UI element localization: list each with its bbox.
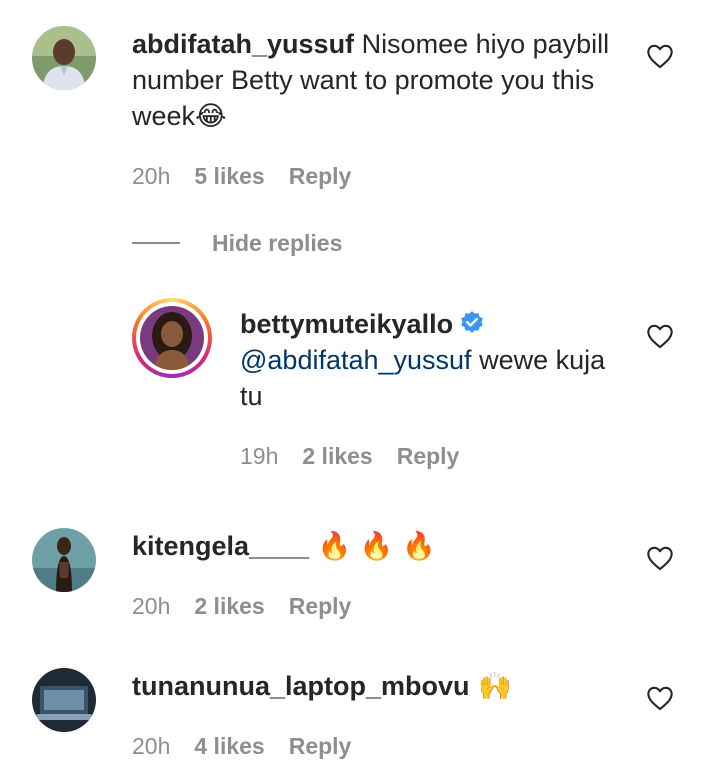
likes-count[interactable]: 4 likes (194, 731, 264, 761)
comment-time: 19h (240, 443, 279, 469)
likes-count[interactable]: 2 likes (302, 441, 372, 471)
laughing-emoji: 😂 (195, 101, 227, 132)
hide-replies-button[interactable]: Hide replies (132, 230, 342, 256)
man-portrait-icon (32, 26, 96, 90)
divider-line (132, 242, 180, 244)
comment-username[interactable]: kitengela____ (132, 531, 309, 561)
avatar (140, 306, 204, 370)
mention-link[interactable]: @abdifatah_yussuf (240, 345, 472, 375)
comment-username[interactable]: bettymuteikyallo (240, 309, 453, 339)
avatar[interactable] (32, 528, 96, 592)
reply-button[interactable]: Reply (397, 441, 460, 471)
comment-time: 20h (132, 593, 171, 619)
laptop-icon (32, 668, 96, 732)
avatar[interactable] (32, 668, 96, 732)
story-ring-avatar[interactable] (132, 298, 212, 378)
comment-text: abdifatah_yussuf Nisomee hiyo paybill nu… (132, 26, 632, 135)
comment-meta: 20h 2 likes Reply (132, 591, 351, 621)
heart-icon[interactable] (646, 323, 674, 349)
comment-text: kitengela____ 🔥 🔥 🔥 (132, 528, 632, 565)
fire-emoji: 🔥 🔥 🔥 (309, 531, 436, 562)
hide-replies-label: Hide replies (212, 229, 343, 256)
comment-text: tunanunua_laptop_mbovu 🙌 (132, 668, 632, 705)
reply-button[interactable]: Reply (289, 161, 352, 191)
reply-button[interactable]: Reply (289, 731, 352, 761)
avatar[interactable] (32, 26, 96, 90)
comment-meta: 19h 2 likes Reply (240, 441, 459, 471)
verified-badge-icon (461, 311, 483, 333)
likes-count[interactable]: 5 likes (194, 161, 264, 191)
comment-username[interactable]: abdifatah_yussuf (132, 29, 354, 59)
comment-text: bettymuteikyallo @abdifatah_yussuf wewe … (240, 306, 620, 414)
raising-hands-emoji: 🙌 (469, 671, 512, 702)
comment-time: 20h (132, 163, 171, 189)
woman-portrait-icon (140, 306, 204, 370)
heart-icon[interactable] (646, 43, 674, 69)
likes-count[interactable]: 2 likes (194, 591, 264, 621)
comment-username[interactable]: tunanunua_laptop_mbovu (132, 671, 470, 701)
heart-icon[interactable] (646, 545, 674, 571)
woman-portrait-icon (32, 528, 96, 592)
heart-icon[interactable] (646, 685, 674, 711)
comment-meta: 20h 4 likes Reply (132, 731, 351, 761)
reply-button[interactable]: Reply (289, 591, 352, 621)
comment-time: 20h (132, 733, 171, 759)
comment-meta: 20h 5 likes Reply (132, 161, 351, 191)
